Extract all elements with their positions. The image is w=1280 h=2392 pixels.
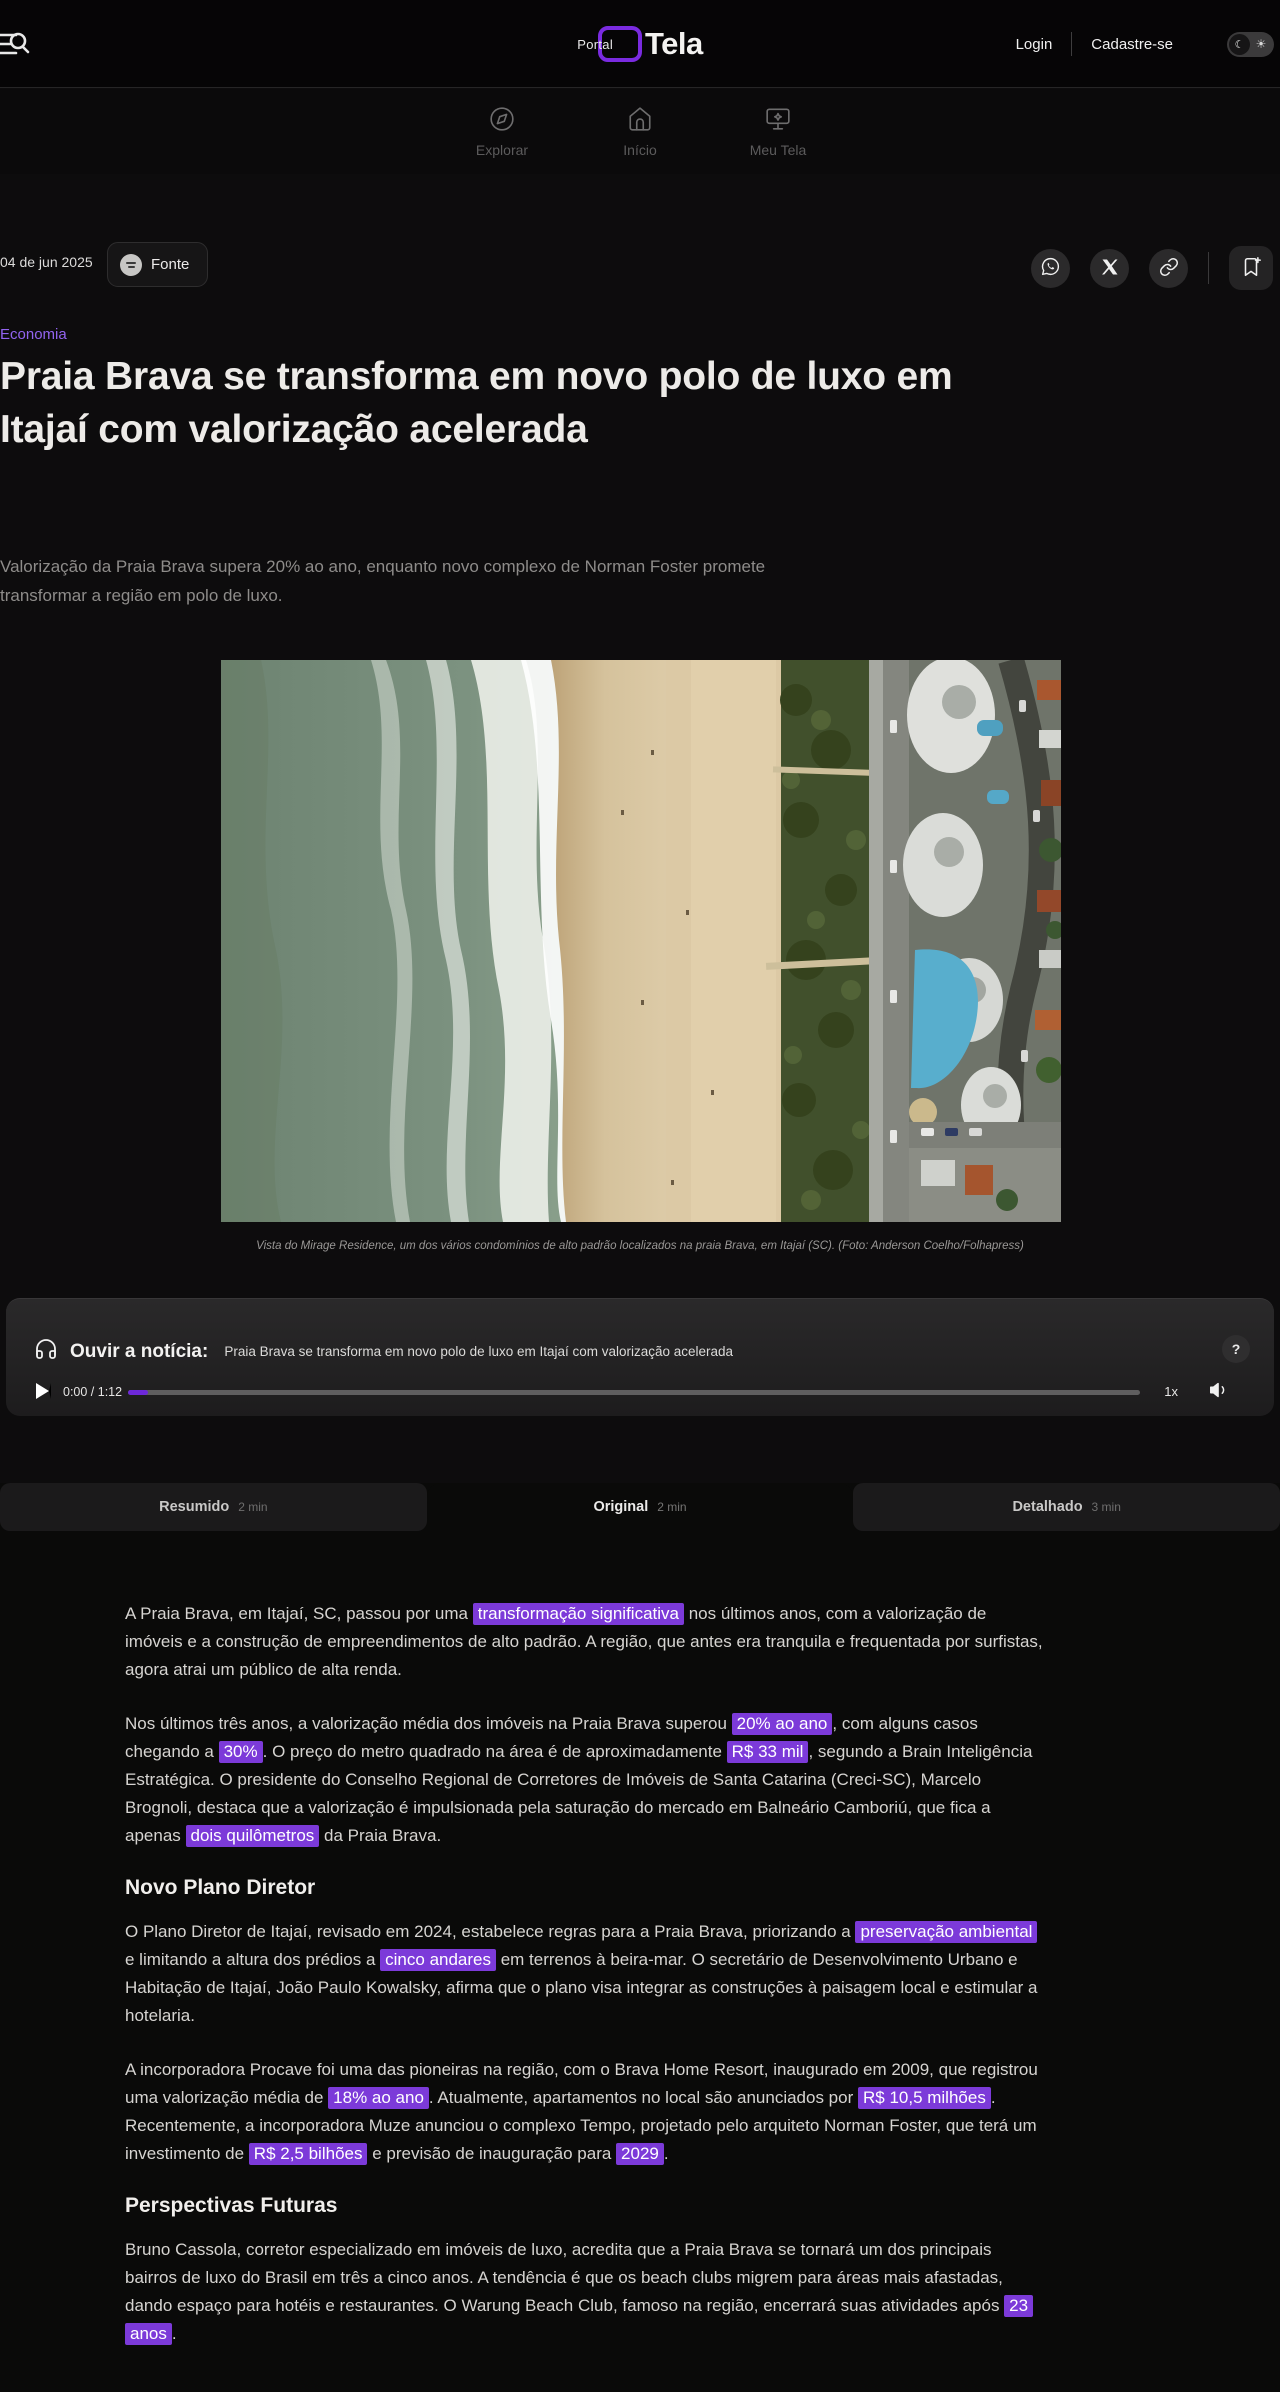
share-whatsapp-button[interactable] — [1031, 249, 1070, 288]
headphones-icon — [34, 1337, 58, 1366]
tab-duration: 3 min — [1092, 1500, 1121, 1514]
link-icon — [1159, 257, 1179, 280]
article-meta-row: 04 de jun 2025 Fonte — [0, 242, 1280, 288]
tab-label: Resumido — [159, 1499, 229, 1515]
volume-button[interactable] — [1208, 1379, 1230, 1404]
highlighted-text: 2029 — [616, 2143, 664, 2165]
moon-icon: ☾ — [1229, 34, 1250, 55]
highlighted-text: 23 anos — [125, 2295, 1033, 2345]
article-paragraph: A Praia Brava, em Itajaí, SC, passou por… — [125, 1600, 1047, 1684]
article-body-area: Resumido 2 min Original 2 min Detalhado … — [0, 1483, 1280, 2392]
highlighted-text: transformação significativa — [473, 1603, 684, 1625]
audio-track-title: Praia Brava se transforma em novo polo d… — [224, 1344, 733, 1359]
highlighted-text: 30% — [219, 1741, 263, 1763]
version-tabs: Resumido 2 min Original 2 min Detalhado … — [0, 1483, 1280, 1531]
source-label: Fonte — [151, 256, 189, 273]
highlighted-text: dois quilômetros — [186, 1825, 320, 1847]
tab-duration: 2 min — [657, 1500, 686, 1514]
source-button[interactable]: Fonte — [107, 242, 208, 287]
page: Portal Tela Login Cadastre-se ☾ ☀ Explor… — [0, 0, 1280, 2392]
article-paragraph: O Plano Diretor de Itajaí, revisado em 2… — [125, 1918, 1047, 2030]
article-paragraph: Bruno Cassola, corretor especializado em… — [125, 2236, 1047, 2348]
share-divider — [1208, 252, 1209, 284]
logo-portal-text: Portal — [577, 37, 613, 52]
nav-item-meu-tela[interactable]: Meu Tela — [723, 106, 833, 158]
login-link[interactable]: Login — [1016, 36, 1053, 53]
tab-detalhado[interactable]: Detalhado 3 min — [853, 1483, 1280, 1531]
bookmark-button[interactable] — [1229, 246, 1273, 290]
category-link[interactable]: Economia — [0, 326, 67, 343]
article-body: A Praia Brava, em Itajaí, SC, passou por… — [125, 1531, 1047, 2374]
playback-speed-button[interactable]: 1x — [1164, 1384, 1178, 1399]
progress-fill — [128, 1390, 148, 1395]
nav-label: Meu Tela — [750, 142, 807, 158]
whatsapp-icon — [1040, 256, 1061, 280]
nav-label: Explorar — [476, 142, 528, 158]
time-display: 0:00 / 1:12 — [63, 1385, 122, 1399]
share-link-button[interactable] — [1149, 249, 1188, 288]
photo-caption: Vista do Mirage Residence, um dos vários… — [0, 1240, 1280, 1252]
signup-link[interactable]: Cadastre-se — [1091, 36, 1173, 53]
article-subtitle: Valorização da Praia Brava supera 20% ao… — [0, 552, 830, 610]
auth-divider — [1071, 32, 1072, 56]
highlighted-text: cinco andares — [380, 1949, 496, 1971]
article-photo — [221, 660, 1061, 1222]
monitor-icon — [764, 106, 792, 135]
audio-label: Ouvir a notícia: — [70, 1341, 208, 1363]
top-header: Portal Tela Login Cadastre-se ☾ ☀ — [0, 0, 1280, 88]
share-x-button[interactable] — [1090, 249, 1129, 288]
progress-bar[interactable] — [128, 1390, 1140, 1395]
bookmark-plus-icon — [1240, 256, 1262, 281]
highlighted-text: preservação ambiental — [855, 1921, 1037, 1943]
compass-icon — [489, 106, 515, 135]
home-icon — [627, 106, 653, 135]
auth-area: Login Cadastre-se ☾ ☀ — [1016, 0, 1274, 88]
publish-date: 04 de jun 2025 — [0, 254, 93, 270]
audio-header: Ouvir a notícia: Praia Brava se transfor… — [34, 1337, 733, 1366]
sun-icon: ☀ — [1250, 37, 1272, 51]
x-icon — [1101, 258, 1119, 279]
play-button[interactable] — [36, 1383, 51, 1399]
highlighted-text: 20% ao ano — [732, 1713, 833, 1735]
logo-tela-text: Tela — [645, 26, 703, 62]
tab-label: Original — [593, 1499, 648, 1515]
share-bar — [1031, 246, 1273, 290]
tab-duration: 2 min — [238, 1500, 267, 1514]
article-paragraph: Nos últimos três anos, a valorização méd… — [125, 1710, 1047, 1850]
volume-icon — [1208, 1389, 1230, 1404]
article-paragraph: A incorporadora Procave foi uma das pion… — [125, 2056, 1047, 2168]
section-heading: Perspectivas Futuras — [125, 2194, 1047, 2218]
highlighted-text: R$ 2,5 bilhões — [249, 2143, 368, 2165]
highlighted-text: R$ 33 mil — [727, 1741, 809, 1763]
highlighted-text: R$ 10,5 milhões — [858, 2087, 991, 2109]
source-logo — [120, 254, 142, 276]
section-heading: Novo Plano Diretor — [125, 1876, 1047, 1900]
help-button[interactable]: ? — [1222, 1335, 1250, 1363]
tab-label: Detalhado — [1012, 1499, 1082, 1515]
tab-resumido[interactable]: Resumido 2 min — [0, 1483, 427, 1531]
article-title: Praia Brava se transforma em novo polo d… — [0, 350, 980, 456]
highlighted-text: 18% ao ano — [328, 2087, 429, 2109]
audio-player-card: Ouvir a notícia: Praia Brava se transfor… — [6, 1298, 1274, 1416]
nav-label: Início — [623, 142, 656, 158]
main-nav: Explorar Início Meu Tela — [0, 89, 1280, 174]
theme-toggle[interactable]: ☾ ☀ — [1227, 32, 1274, 57]
nav-item-inicio[interactable]: Início — [585, 106, 695, 158]
nav-item-explorar[interactable]: Explorar — [447, 106, 557, 158]
tab-original[interactable]: Original 2 min — [427, 1483, 854, 1531]
